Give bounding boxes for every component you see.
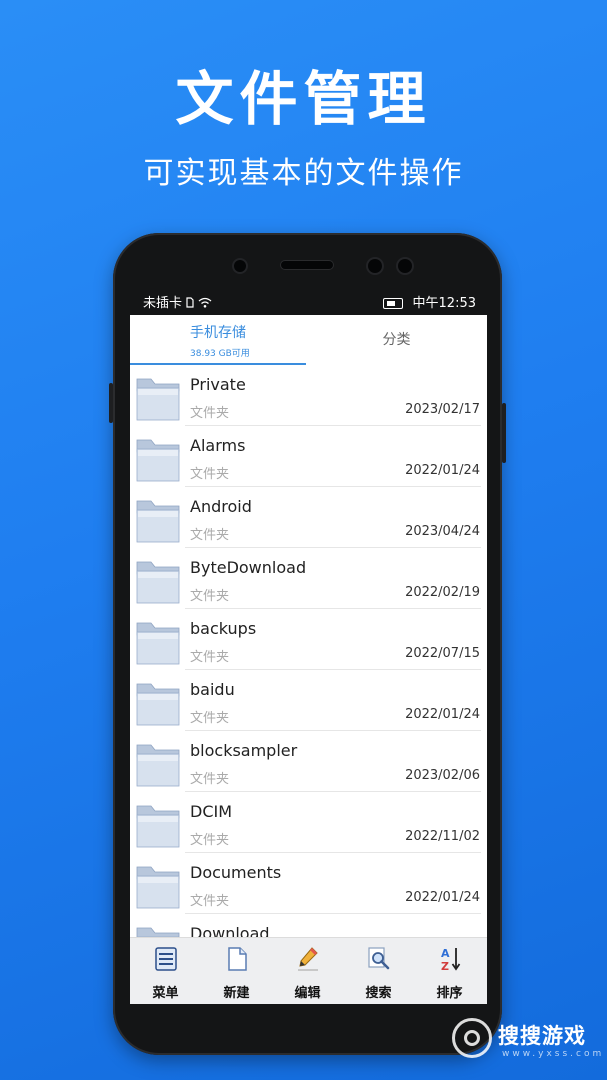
hero-title: 文件管理 (175, 65, 432, 133)
file-date: 2022/01/24 (405, 890, 480, 905)
file-name: Alarms (190, 436, 246, 455)
watermark-text: 搜搜游戏 (498, 1024, 586, 1048)
edit-button-label: 编辑 (294, 986, 321, 1001)
menu-button-label: 菜单 (152, 986, 179, 1001)
file-row[interactable]: Private 文件夹 2023/02/17 (130, 365, 487, 426)
sort-button-label: 排序 (436, 986, 463, 1001)
watermark-logo: 搜搜游戏 www.yxss.com (452, 1014, 602, 1064)
file-name: Download (190, 924, 270, 937)
menu-icon (155, 947, 177, 971)
status-bar: 未插卡 中午12:53 (113, 285, 502, 315)
file-row[interactable]: ByteDownload 文件夹 2022/02/19 (130, 548, 487, 609)
watermark-url: www.yxss.com (502, 1049, 605, 1059)
file-name: Private (190, 375, 246, 394)
file-row[interactable]: baidu 文件夹 2022/01/24 (130, 670, 487, 731)
battery-icon (383, 298, 404, 309)
search-icon (368, 947, 390, 970)
pencil-icon (298, 947, 318, 971)
file-date: 2022/02/19 (405, 585, 480, 600)
storage-free-space: 38.93 GB可用 (190, 349, 250, 359)
folder-icon (136, 920, 180, 937)
tab-category[interactable]: 分类 (306, 315, 487, 365)
new-file-icon (228, 947, 247, 971)
folder-icon (136, 554, 180, 604)
sim-card-icon (186, 297, 194, 308)
watermark-logo-icon (452, 1018, 492, 1058)
file-type: 文件夹 (190, 650, 230, 665)
file-row[interactable]: Android 文件夹 2023/04/24 (130, 487, 487, 548)
file-type: 文件夹 (190, 467, 230, 482)
file-row[interactable]: backups 文件夹 2022/07/15 (130, 609, 487, 670)
search-button-label: 搜索 (365, 986, 392, 1001)
file-list: Private 文件夹 2023/02/17 Alarms 文件夹 2022/01/24 A… (130, 365, 487, 937)
file-type: 文件夹 (190, 528, 230, 543)
file-row[interactable]: Documents 文件夹 2022/01/24 (130, 853, 487, 914)
file-name: blocksampler (190, 741, 298, 760)
folder-icon (136, 432, 180, 482)
file-type: 文件夹 (190, 711, 230, 726)
hero-subtitle: 可实现基本的文件操作 (143, 156, 464, 191)
app-screen: 手机存储 38.93 GB可用 分类 Private 文件夹 2023/02/17 A… (130, 315, 487, 1004)
file-name: DCIM (190, 802, 233, 821)
folder-icon (136, 493, 180, 543)
sort-button[interactable]: A Z 排序 (414, 938, 485, 1004)
folder-icon (136, 737, 180, 787)
svg-text:A: A (441, 947, 450, 960)
folder-icon (136, 676, 180, 726)
file-date: 2022/07/15 (405, 646, 480, 661)
new-button-label: 新建 (223, 986, 250, 1001)
folder-icon (136, 798, 180, 848)
sort-az-icon: A Z (441, 947, 461, 972)
tab-phone-storage-label: 手机存储 (190, 325, 246, 341)
file-date: 2023/02/06 (405, 768, 480, 783)
file-date: 2022/11/02 (405, 829, 480, 844)
storage-tabs: 手机存储 38.93 GB可用 分类 (130, 315, 487, 365)
earpiece-speaker (281, 261, 333, 269)
file-date: 2023/04/24 (405, 524, 480, 539)
file-name: Documents (190, 863, 282, 882)
front-camera (234, 260, 246, 272)
folder-icon (136, 371, 180, 421)
sensor (368, 259, 382, 273)
file-name: Android (190, 497, 252, 516)
sensor-2 (398, 259, 412, 273)
tab-category-label: 分类 (382, 332, 411, 348)
file-type: 文件夹 (190, 772, 230, 787)
search-button[interactable]: 搜索 (343, 938, 414, 1004)
file-date: 2023/02/17 (405, 402, 480, 417)
file-date: 2022/01/24 (405, 463, 480, 478)
status-time: 中午12:53 (412, 296, 476, 311)
file-type: 文件夹 (190, 589, 230, 604)
phone-frame: 未插卡 中午12:53 手机存储 38.93 GB可用 分类 Private 文… (109, 233, 506, 1055)
new-button[interactable]: 新建 (201, 938, 272, 1004)
file-type: 文件夹 (190, 894, 230, 909)
folder-icon (136, 859, 180, 909)
file-name: backups (190, 619, 257, 638)
wifi-icon (198, 297, 212, 308)
file-row[interactable]: Download (130, 914, 487, 937)
file-date: 2022/01/24 (405, 707, 480, 722)
sim-status: 未插卡 (143, 296, 183, 311)
file-type: 文件夹 (190, 833, 230, 848)
file-type: 文件夹 (190, 406, 230, 421)
svg-text:Z: Z (441, 960, 449, 972)
menu-button[interactable]: 菜单 (130, 938, 201, 1004)
file-row[interactable]: blocksampler 文件夹 2023/02/06 (130, 731, 487, 792)
file-name: baidu (190, 680, 235, 699)
tab-phone-storage[interactable]: 手机存储 38.93 GB可用 (130, 315, 306, 365)
file-name: ByteDownload (190, 558, 307, 577)
folder-icon (136, 615, 180, 665)
edit-button[interactable]: 编辑 (272, 938, 343, 1004)
power-button (502, 403, 506, 463)
bottom-toolbar: 菜单 新建 编辑 搜索 A Z 排序 (130, 937, 487, 1004)
volume-button (109, 383, 113, 423)
file-row[interactable]: DCIM 文件夹 2022/11/02 (130, 792, 487, 853)
file-row[interactable]: Alarms 文件夹 2022/01/24 (130, 426, 487, 487)
